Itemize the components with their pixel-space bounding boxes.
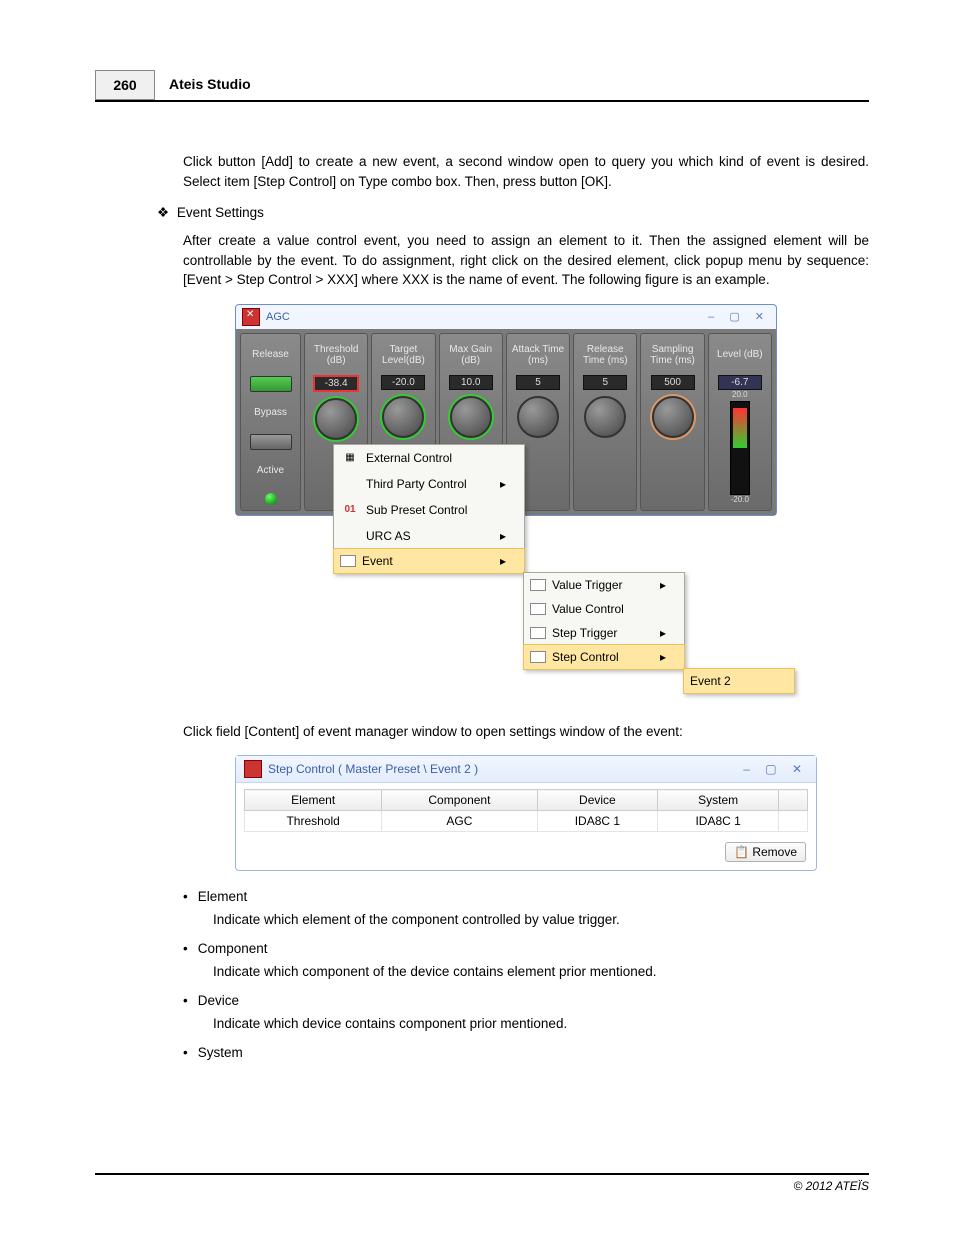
- menu-item[interactable]: ▦External Control: [334, 445, 524, 471]
- bullet-text: Indicate which component of the device c…: [213, 964, 869, 979]
- section-heading: ❖ Event Settings: [157, 205, 869, 221]
- submenu-arrow-icon: ▸: [642, 578, 666, 592]
- remove-button[interactable]: 📋 Remove: [725, 842, 806, 862]
- element-table: Element Component Device System Threshol…: [244, 789, 808, 832]
- diamond-icon: ❖: [157, 205, 169, 221]
- threshold-knob[interactable]: [315, 398, 357, 440]
- menu-item[interactable]: Value Trigger▸: [524, 573, 684, 597]
- menu-item[interactable]: URC AS▸: [334, 523, 524, 549]
- bullet-heading: Device: [183, 993, 869, 1008]
- active-led: [265, 493, 277, 505]
- step-control-window: Step Control ( Master Preset \ Event 2 )…: [235, 755, 817, 871]
- item-icon: [530, 579, 546, 591]
- menu-item[interactable]: Third Party Control▸: [334, 471, 524, 497]
- submenu-arrow-icon: ▸: [642, 650, 666, 664]
- window-buttons[interactable]: – ▢ ✕: [743, 762, 808, 776]
- item-icon: [530, 603, 546, 615]
- table-row[interactable]: Threshold AGC IDA8C 1 IDA8C 1: [245, 811, 808, 832]
- threshold-value[interactable]: -38.4: [313, 375, 359, 392]
- titlebar: Step Control ( Master Preset \ Event 2 )…: [236, 756, 816, 783]
- bullet-heading: Element: [183, 889, 869, 904]
- context-menu-3: Event 2: [683, 668, 795, 694]
- paragraph: Click field [Content] of event manager w…: [183, 722, 869, 742]
- attack-knob[interactable]: [517, 396, 559, 438]
- titlebar: AGC – ▢ ✕: [236, 305, 776, 329]
- bypass-button[interactable]: [250, 434, 292, 450]
- context-menus: ▦External Control Third Party Control▸ 0…: [333, 444, 869, 704]
- figure-agc: AGC – ▢ ✕ Release Bypass Active Threshol…: [235, 304, 869, 704]
- menu-item-step-control[interactable]: Step Control▸: [523, 644, 685, 670]
- bypass-label: Bypass: [254, 395, 287, 431]
- context-menu-1: ▦External Control Third Party Control▸ 0…: [333, 444, 525, 574]
- submenu-arrow-icon: ▸: [482, 529, 506, 543]
- menu-item-event[interactable]: Event▸: [333, 548, 525, 574]
- app-icon: [244, 760, 262, 778]
- release-button[interactable]: [250, 376, 292, 392]
- target-knob[interactable]: [382, 396, 424, 438]
- menu-item[interactable]: 01Sub Preset Control: [334, 497, 524, 523]
- col-header[interactable]: Element: [245, 790, 382, 811]
- side-column: Release Bypass Active: [240, 333, 301, 511]
- bullet-heading: Component: [183, 941, 869, 956]
- context-menu-2: Value Trigger▸ Value Control Step Trigge…: [523, 572, 685, 670]
- preset-icon: 01: [340, 502, 360, 518]
- page-number: 260: [95, 70, 155, 100]
- menu-item-event2[interactable]: Event 2: [683, 668, 795, 694]
- releasetime-knob[interactable]: [584, 396, 626, 438]
- release-label: Release: [252, 337, 289, 373]
- submenu-arrow-icon: ▸: [642, 626, 666, 640]
- event-icon: [340, 555, 356, 567]
- doc-title: Ateis Studio: [155, 70, 251, 100]
- col-header[interactable]: Device: [537, 790, 658, 811]
- submenu-arrow-icon: ▸: [482, 477, 506, 491]
- bullet-text: Indicate which device contains component…: [213, 1016, 869, 1031]
- sampling-knob[interactable]: [652, 396, 694, 438]
- page-header: 260 Ateis Studio: [95, 70, 869, 102]
- col-header[interactable]: System: [658, 790, 779, 811]
- col-header[interactable]: Component: [382, 790, 537, 811]
- window-title: Step Control ( Master Preset \ Event 2 ): [268, 762, 478, 776]
- toolbar: 📋 Remove: [236, 838, 816, 870]
- paragraph: After create a value control event, you …: [183, 231, 869, 290]
- grid-icon: ▦: [340, 450, 360, 466]
- item-icon: [530, 627, 546, 639]
- menu-item[interactable]: Value Control: [524, 597, 684, 621]
- window-title: AGC: [266, 311, 290, 323]
- menu-item[interactable]: Step Trigger▸: [524, 621, 684, 645]
- item-icon: [530, 651, 546, 663]
- section-title: Event Settings: [177, 205, 264, 220]
- maxgain-knob[interactable]: [450, 396, 492, 438]
- submenu-arrow-icon: ▸: [482, 554, 506, 568]
- app-icon: [242, 308, 260, 326]
- active-label: Active: [257, 453, 284, 489]
- page-footer: © 2012 ATEÏS: [95, 1173, 869, 1193]
- bullet-heading: System: [183, 1045, 869, 1060]
- bullet-text: Indicate which element of the component …: [213, 912, 869, 927]
- paragraph: Click button [Add] to create a new event…: [183, 152, 869, 191]
- window-buttons[interactable]: – ▢ ✕: [708, 310, 770, 323]
